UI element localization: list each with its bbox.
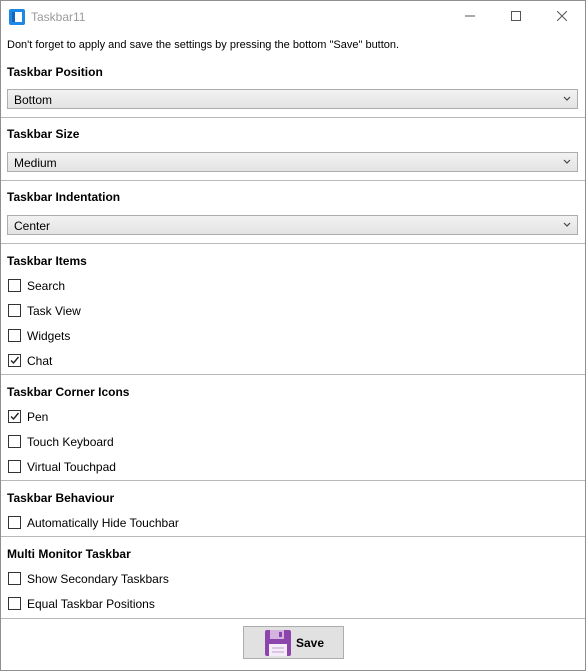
minimize-icon: [465, 15, 475, 17]
indentation-select[interactable]: Center: [7, 215, 578, 235]
save-button[interactable]: Save: [243, 626, 344, 659]
corner-title: Taskbar Corner Icons: [7, 385, 130, 399]
checkbox-box[interactable]: [8, 435, 21, 448]
behaviour-title: Taskbar Behaviour: [7, 491, 115, 505]
position-value: Bottom: [14, 93, 53, 107]
save-label: Save: [296, 636, 325, 650]
indentation-value: Center: [14, 219, 51, 233]
save-hint-text: Don't forget to apply and save the setti…: [7, 39, 400, 51]
position-title: Taskbar Position: [7, 65, 103, 79]
checkbox-box[interactable]: [8, 460, 21, 473]
close-button[interactable]: [539, 1, 585, 32]
checkmark-icon: [10, 412, 20, 421]
chat-label: Chat: [27, 354, 53, 368]
multi-monitor-section: Multi Monitor Taskbar Show Secondary Tas…: [1, 537, 585, 619]
secondary-taskbars-label: Show Secondary Taskbars: [27, 572, 169, 586]
chevron-down-icon: [563, 159, 571, 164]
size-section: Taskbar Size Medium: [1, 118, 585, 181]
checkbox-box[interactable]: [8, 572, 21, 585]
virtual-touchpad-label: Virtual Touchpad: [27, 460, 116, 474]
taskview-label: Task View: [27, 304, 81, 318]
taskbar-app-icon: [9, 9, 25, 25]
indentation-title: Taskbar Indentation: [7, 190, 121, 204]
checkmark-icon: [10, 356, 20, 365]
title-bar[interactable]: Taskbar11: [1, 1, 585, 32]
equal-positions-label: Equal Taskbar Positions: [27, 597, 155, 611]
maximize-icon: [511, 11, 521, 21]
app-window: Taskbar11 Don't forget to apply and save…: [0, 0, 586, 671]
checkbox-box[interactable]: [8, 304, 21, 317]
indentation-section: Taskbar Indentation Center: [1, 181, 585, 244]
maximize-button[interactable]: [493, 1, 539, 32]
behaviour-section: Taskbar Behaviour Automatically Hide Tou…: [1, 481, 585, 537]
chevron-down-icon: [563, 96, 571, 101]
checkbox-box[interactable]: [8, 354, 21, 367]
position-section: Taskbar Position Bottom: [1, 57, 585, 118]
minimize-button[interactable]: [447, 1, 493, 32]
checkbox-box[interactable]: [8, 410, 21, 423]
size-title: Taskbar Size: [7, 127, 80, 141]
checkbox-box[interactable]: [8, 516, 21, 529]
close-icon: [557, 11, 567, 21]
widgets-label: Widgets: [27, 329, 71, 343]
search-label: Search: [27, 279, 66, 293]
items-section: Taskbar Items Search Task View Widgets C…: [1, 244, 585, 375]
chevron-down-icon: [563, 222, 571, 227]
touch-keyboard-label: Touch Keyboard: [27, 435, 114, 449]
corner-icons-section: Taskbar Corner Icons Pen Touch Keyboard …: [1, 375, 585, 481]
window-title: Taskbar11: [31, 10, 86, 24]
position-select[interactable]: Bottom: [7, 89, 578, 109]
checkbox-box[interactable]: [8, 329, 21, 342]
pen-label: Pen: [27, 410, 49, 424]
autohide-label: Automatically Hide Touchbar: [27, 516, 179, 530]
size-select[interactable]: Medium: [7, 152, 578, 172]
multimonitor-title: Multi Monitor Taskbar: [7, 547, 131, 561]
checkbox-box[interactable]: [8, 597, 21, 610]
checkbox-box[interactable]: [8, 279, 21, 292]
size-value: Medium: [14, 156, 57, 170]
items-title: Taskbar Items: [7, 254, 87, 268]
floppy-disk-icon: [265, 630, 291, 656]
